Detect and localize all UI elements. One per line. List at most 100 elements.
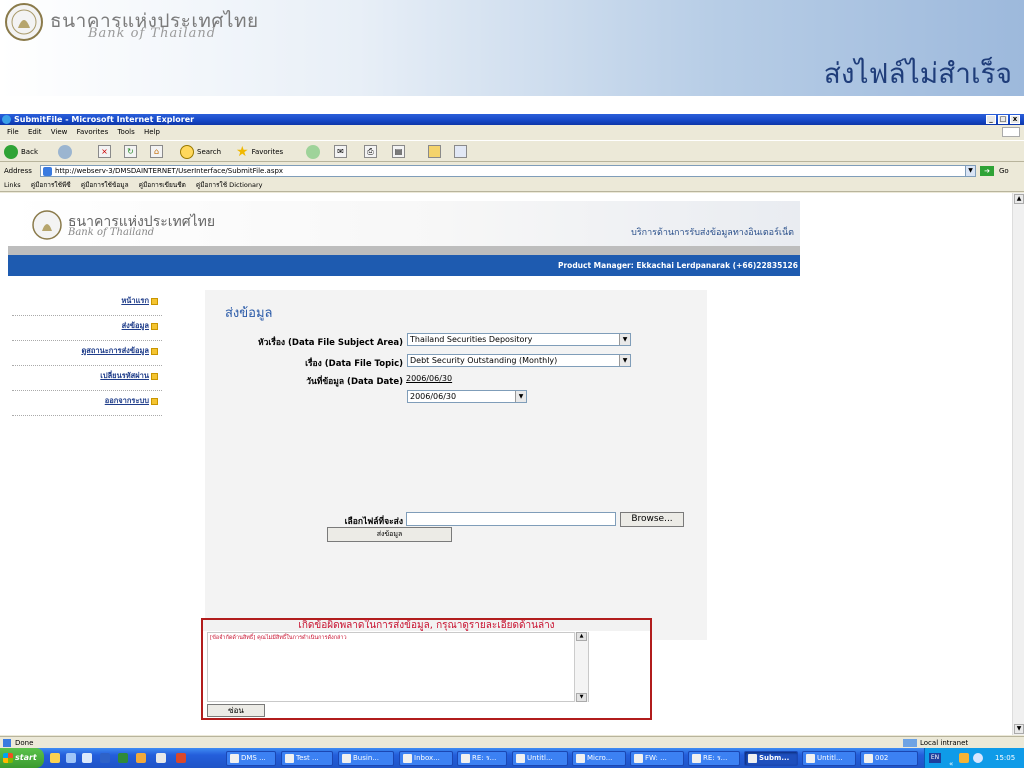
window-title: SubmitFile - Microsoft Internet Explorer (14, 115, 195, 124)
tray-shield-icon[interactable] (973, 753, 983, 763)
home-icon[interactable]: ⌂ (150, 145, 163, 158)
task-button[interactable]: Untitl... (802, 751, 856, 766)
bank-seal-logo (5, 3, 43, 41)
task-app-icon (576, 754, 585, 763)
nav-send-data[interactable]: ส่งข้อมูล (12, 316, 162, 341)
quicklaunch-clock-icon[interactable] (156, 753, 166, 763)
menu-help[interactable]: Help (144, 126, 160, 138)
topic-select[interactable]: Debt Security Outstanding (Monthly) ▼ (407, 354, 631, 367)
task-label: RE: ร... (703, 754, 728, 762)
link-item[interactable]: คู่มือการใช้ Dictionary (196, 179, 263, 192)
quicklaunch-media-icon[interactable] (82, 753, 92, 763)
windows-logo-icon (1002, 127, 1020, 137)
nav-bullet-icon (151, 347, 158, 355)
scroll-down-icon[interactable]: ▼ (1014, 724, 1024, 734)
address-bar: Address http://webserv-3/DMSDAINTERNET/U… (0, 164, 1024, 178)
search-label: Search (197, 148, 222, 156)
print-icon[interactable]: ⎙ (364, 145, 377, 158)
date-select[interactable]: 2006/06/30 ▼ (407, 390, 527, 403)
quicklaunch-desktop-icon[interactable] (66, 753, 76, 763)
address-dropdown-icon[interactable]: ▼ (965, 166, 975, 176)
scroll-down-icon[interactable]: ▼ (576, 693, 587, 702)
task-button[interactable]: Busin... (338, 751, 394, 766)
forward-button[interactable] (58, 145, 72, 159)
task-button[interactable]: Inbox... (399, 751, 453, 766)
messenger-icon[interactable] (454, 145, 467, 158)
windows-flag-icon (3, 753, 13, 763)
forward-arrow-icon (58, 145, 72, 159)
nav-home[interactable]: หน้าแรก (12, 291, 162, 316)
subject-select[interactable]: Thailand Securities Depository ▼ (407, 333, 631, 346)
menu-tools[interactable]: Tools (117, 126, 134, 138)
menu-file[interactable]: File (7, 126, 19, 138)
menu-edit[interactable]: Edit (28, 126, 42, 138)
task-button-active[interactable]: Subm... (744, 751, 798, 766)
send-button[interactable]: ส่งข้อมูล (327, 527, 452, 542)
menu-view[interactable]: View (51, 126, 68, 138)
slide-divider (0, 96, 1024, 112)
task-button[interactable]: Micro... (572, 751, 626, 766)
language-indicator[interactable]: EN (929, 753, 941, 763)
link-item[interactable]: คู่มือการเขียนชีต (139, 179, 186, 192)
task-label: Busin... (353, 754, 379, 762)
ie-titlebar[interactable]: SubmitFile - Microsoft Internet Explorer… (0, 114, 1024, 125)
refresh-icon[interactable]: ↻ (124, 145, 137, 158)
menu-favorites[interactable]: Favorites (77, 126, 109, 138)
task-button[interactable]: RE: ร... (457, 751, 507, 766)
task-button[interactable]: Test ... (281, 751, 333, 766)
dropdown-arrow-icon: ▼ (619, 334, 630, 345)
task-button[interactable]: 002 (860, 751, 918, 766)
go-button[interactable]: Go (999, 164, 1009, 178)
mail-icon[interactable]: ✉ (334, 145, 347, 158)
task-button[interactable]: Untitl... (512, 751, 568, 766)
search-button[interactable]: Search (180, 145, 221, 159)
nav-logout[interactable]: ออกจากระบบ (12, 391, 162, 416)
stop-icon[interactable]: × (98, 145, 111, 158)
nav-bullet-icon (151, 397, 158, 405)
edit-icon[interactable]: ▤ (392, 145, 405, 158)
topic-label: เรื่อง (Data File Topic) (305, 359, 403, 369)
minimize-button[interactable]: _ (986, 115, 996, 124)
form-title: ส่งข้อมูล (225, 306, 273, 321)
task-button[interactable]: DMS ... (226, 751, 276, 766)
error-scrollbar[interactable]: ▲ ▼ (574, 632, 588, 702)
error-panel: เกิดข้อผิดพลาดในการส่งข้อมูล, กรุณาดูราย… (201, 618, 652, 720)
site-gray-bar (8, 246, 800, 255)
page-viewport: ธนาคารแห่งประเทศไทย Bank of Thailand บริ… (0, 193, 1012, 735)
clock[interactable]: 15:05 (995, 748, 1015, 768)
tray-expand-icon[interactable]: « (949, 754, 953, 774)
history-icon[interactable] (306, 145, 320, 159)
quicklaunch-ie-icon[interactable] (50, 753, 60, 763)
task-app-icon (748, 754, 757, 763)
browse-button[interactable]: Browse... (620, 512, 684, 527)
back-button[interactable]: Back (4, 145, 38, 159)
link-item[interactable]: คู่มือการใช้ข้อมูล (81, 179, 129, 192)
task-app-icon (806, 754, 815, 763)
maximize-button[interactable]: □ (998, 115, 1008, 124)
error-textarea[interactable]: [ข้อจำกัดด้านสิทธิ์] คุณไม่มีสิทธิ์ในการ… (207, 632, 589, 702)
quicklaunch-word-icon[interactable] (100, 753, 110, 763)
quicklaunch-powerpoint-icon[interactable] (176, 753, 186, 763)
nav-change-password[interactable]: เปลี่ยนรหัสผ่าน (12, 366, 162, 391)
nav-status[interactable]: ดูสถานะการส่งข้อมูล (12, 341, 162, 366)
scroll-up-icon[interactable]: ▲ (576, 632, 587, 641)
start-button[interactable]: start (0, 748, 44, 768)
go-arrow-icon[interactable]: ➔ (980, 166, 994, 176)
hide-button[interactable]: ซ่อน (207, 704, 265, 717)
tray-app-icon[interactable] (959, 753, 969, 763)
address-input[interactable]: http://webserv-3/DMSDAINTERNET/UserInter… (40, 165, 976, 177)
quicklaunch-outlook-icon[interactable] (136, 753, 146, 763)
slide-header: ธนาคารแห่งประเทศไทย Bank of Thailand ส่ง… (0, 0, 1024, 96)
close-button[interactable]: x (1010, 115, 1020, 124)
task-button[interactable]: FW: ... (630, 751, 684, 766)
task-label: DMS ... (241, 754, 266, 762)
page-scrollbar[interactable]: ▲ ▼ (1012, 193, 1024, 735)
file-input[interactable] (406, 512, 616, 526)
link-item[interactable]: คู่มือการใช้พีซี (31, 179, 71, 192)
date-link[interactable]: 2006/06/30 (406, 374, 452, 383)
quicklaunch-excel-icon[interactable] (118, 753, 128, 763)
scroll-up-icon[interactable]: ▲ (1014, 194, 1024, 204)
folder-icon[interactable] (428, 145, 441, 158)
favorites-button[interactable]: ★ Favorites (236, 145, 283, 159)
task-button[interactable]: RE: ร... (688, 751, 740, 766)
